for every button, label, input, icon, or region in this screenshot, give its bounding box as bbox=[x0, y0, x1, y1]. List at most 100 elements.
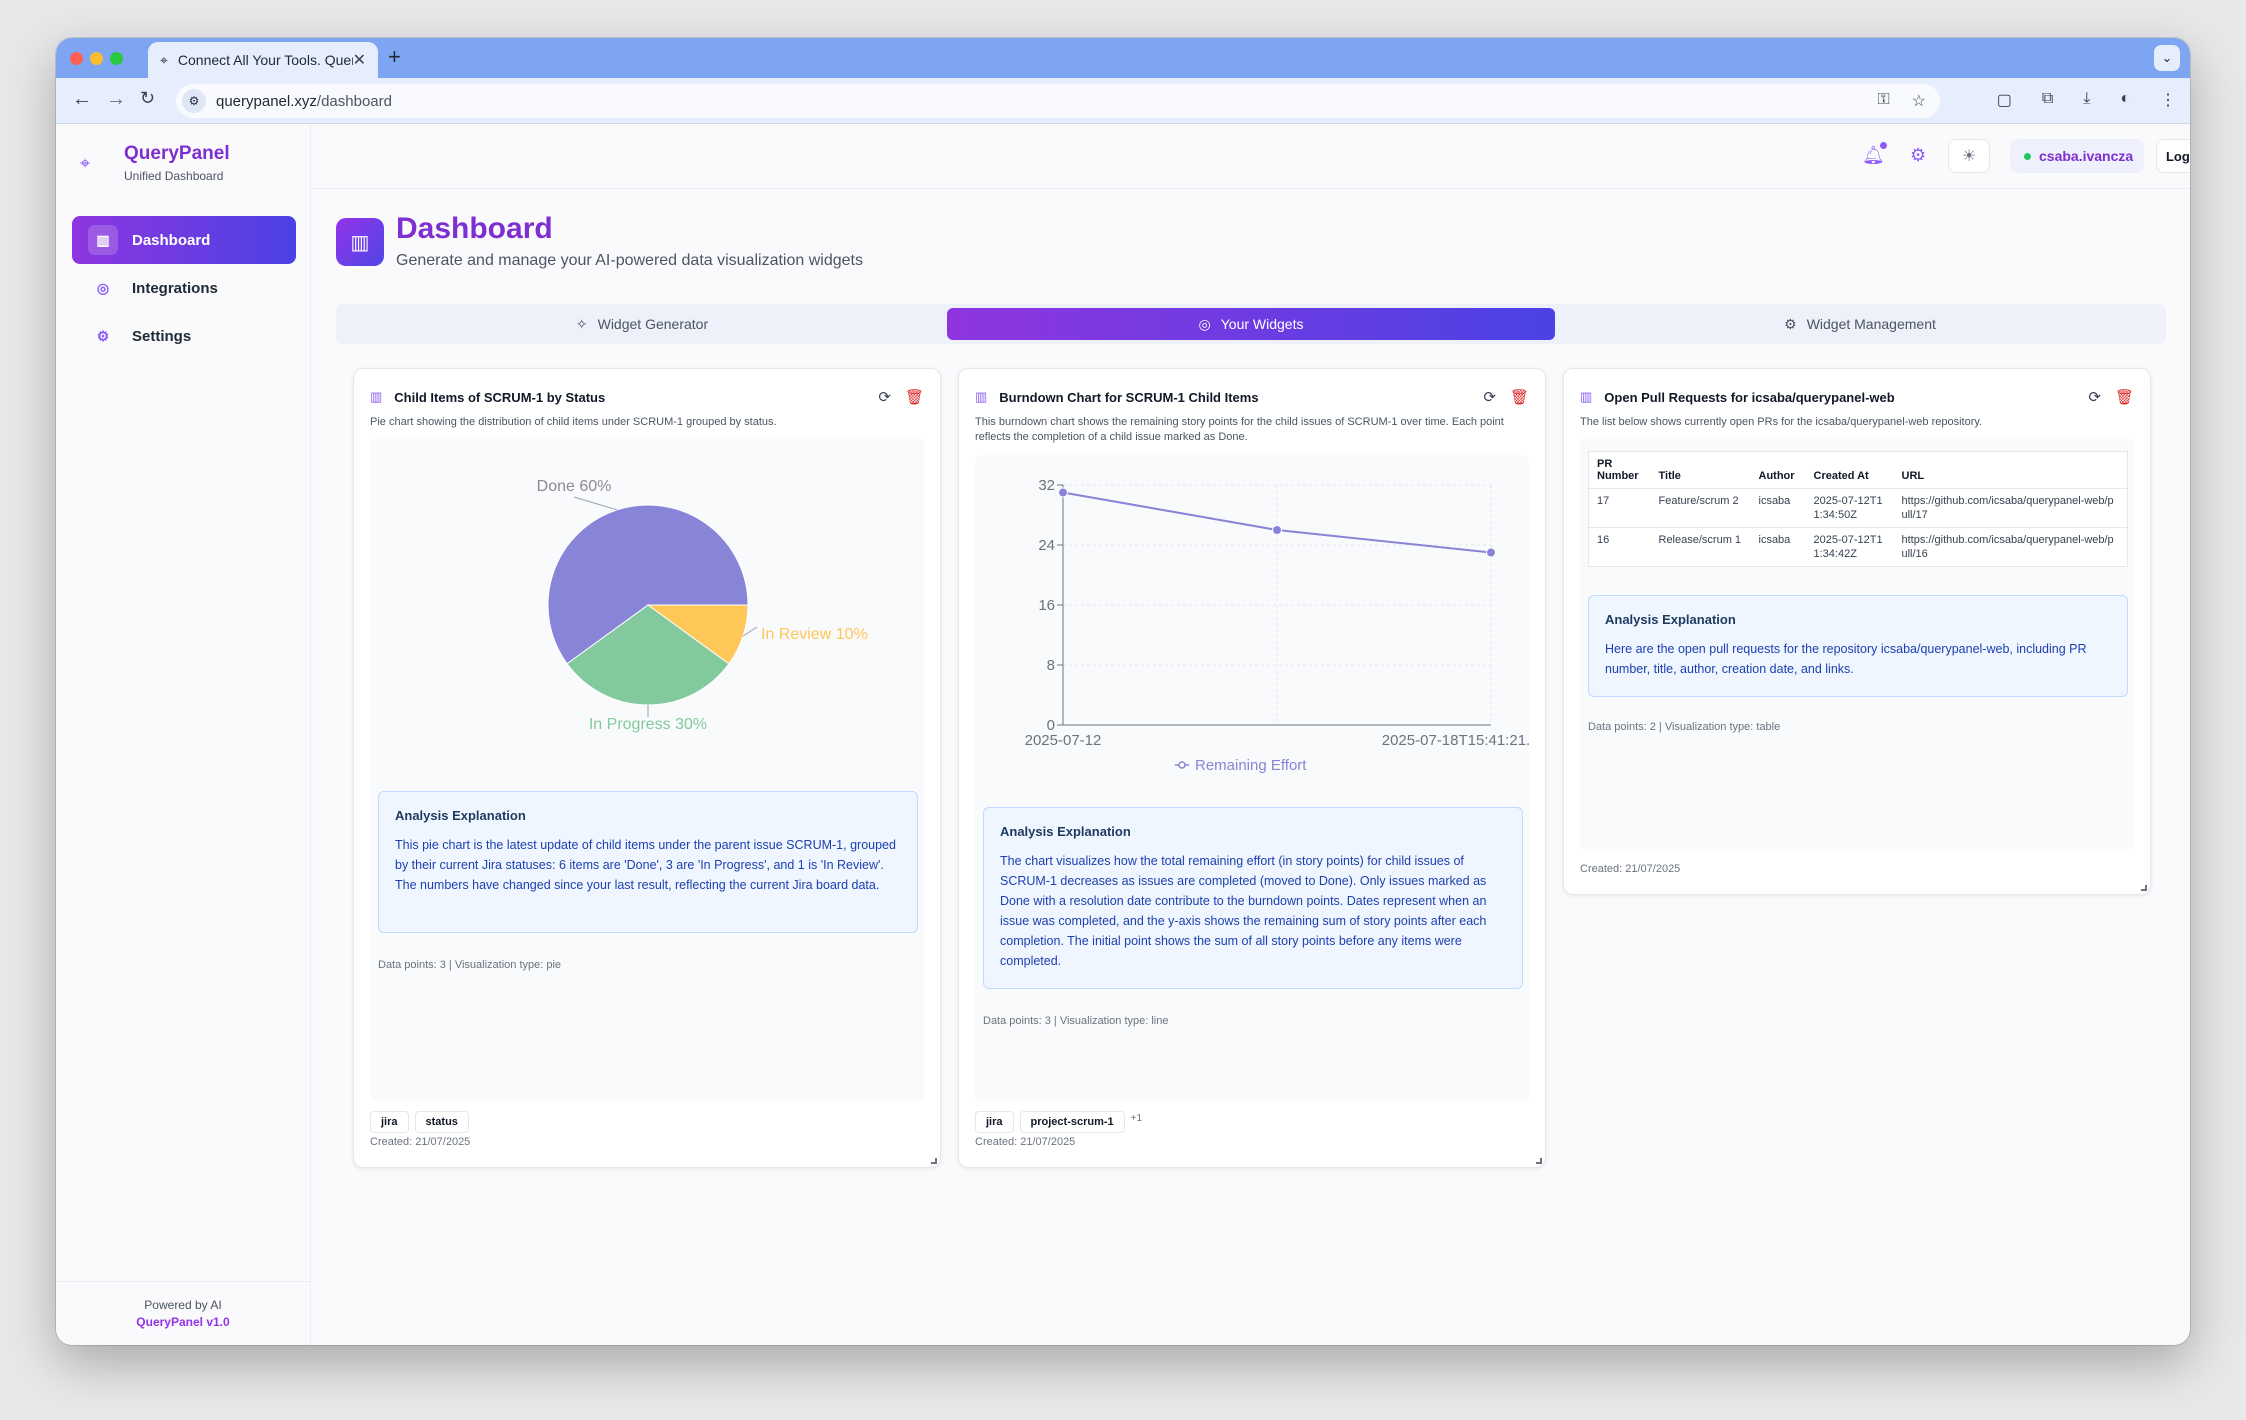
brand-logo-icon: ⌖ bbox=[80, 153, 91, 173]
more-tags-count[interactable]: +1 bbox=[1131, 1113, 1142, 1124]
refresh-icon[interactable]: ⟳ bbox=[1483, 388, 1496, 406]
tag: jira bbox=[975, 1111, 1014, 1133]
site-info-icon[interactable]: ⚙ bbox=[182, 89, 206, 113]
widget-title: Child Items of SCRUM-1 by Status bbox=[394, 389, 606, 405]
logout-button[interactable]: Logout bbox=[2156, 139, 2190, 173]
tab-label: Your Widgets bbox=[1220, 316, 1304, 332]
zoom-window-button[interactable] bbox=[110, 52, 123, 65]
password-key-icon[interactable]: ⚿ bbox=[1877, 91, 1889, 111]
pr-url-link[interactable]: https://github.com/icsaba/querypanel-web… bbox=[1893, 527, 2128, 567]
sidebar-item-dashboard[interactable]: ▥ Dashboard bbox=[72, 216, 296, 264]
y-tick-label: 32 bbox=[1038, 477, 1055, 494]
widget-title: Burndown Chart for SCRUM-1 Child Items bbox=[999, 389, 1259, 405]
address-bar[interactable]: ⚙ querypanel.xyz/dashboard ⚿ ☆ bbox=[176, 84, 1940, 118]
forward-arrow-icon[interactable]: → bbox=[106, 88, 126, 111]
app-header: 🔔︎ ⚙ ☀ csaba.ivancza Logout bbox=[312, 125, 2190, 189]
theme-toggle-button[interactable]: ☀ bbox=[1948, 139, 1990, 173]
browser-tab-strip: ⌖ Connect All Your Tools. Query ✕ + ⌄ bbox=[56, 38, 2190, 78]
delete-trash-icon[interactable]: 🗑︎ bbox=[2115, 388, 2134, 406]
tab-label: Widget Generator bbox=[597, 316, 709, 332]
settings-gear-icon[interactable]: ⚙ bbox=[1910, 145, 1926, 166]
column-header: PR Number bbox=[1588, 451, 1651, 489]
widget-visualization: Done 60% In Progress 30% In Review 10% Ana… bbox=[370, 439, 924, 1101]
resize-handle[interactable] bbox=[2141, 885, 2147, 891]
pie-slice-label: Done 60% bbox=[537, 478, 612, 495]
tab-close-icon[interactable]: ✕ bbox=[353, 50, 366, 70]
extension-icon[interactable]: ▢ bbox=[1997, 90, 2012, 110]
analysis-panel: Analysis Explanation The chart visualize… bbox=[983, 807, 1523, 989]
widget-visualization: 081624322025-07-122025-07-18T15:41:21.11… bbox=[975, 455, 1531, 1101]
powered-by-text: Powered by AI bbox=[144, 1298, 222, 1312]
table-cell: 2025-07-12T11:34:42Z bbox=[1805, 527, 1894, 567]
tab-widget-generator[interactable]: ✧ Widget Generator bbox=[340, 308, 944, 340]
widget-description: Pie chart showing the distribution of ch… bbox=[370, 416, 777, 428]
y-tick-label: 8 bbox=[1047, 657, 1055, 674]
browser-window: ⌖ Connect All Your Tools. Query ✕ + ⌄ ← … bbox=[56, 38, 2190, 1345]
back-arrow-icon[interactable]: ← bbox=[72, 88, 92, 111]
pie-chart: Done 60% In Progress 30% In Review 10% bbox=[537, 478, 868, 733]
online-status-dot bbox=[2024, 152, 2031, 160]
table-cell: 2025-07-12T11:34:50Z bbox=[1805, 488, 1894, 528]
table-cell: 16 bbox=[1588, 527, 1651, 567]
pr-url-link[interactable]: https://github.com/icsaba/querypanel-web… bbox=[1893, 488, 2128, 528]
bookmark-star-icon[interactable]: ☆ bbox=[1912, 91, 1926, 111]
delete-trash-icon[interactable]: 🗑︎ bbox=[1510, 388, 1529, 406]
gear-icon: ⚙ bbox=[96, 327, 110, 344]
widget-description: The list below shows currently open PRs … bbox=[1580, 416, 1983, 428]
widget-card-pie: ▥ Child Items of SCRUM-1 by Status ⟳ 🗑︎ … bbox=[353, 368, 941, 1168]
resize-handle[interactable] bbox=[931, 1158, 937, 1164]
analysis-text: The chart visualizes how the total remai… bbox=[1000, 854, 1487, 968]
analysis-panel: Analysis Explanation This pie chart is t… bbox=[378, 791, 918, 933]
reload-icon[interactable]: ↻ bbox=[140, 88, 155, 109]
new-tab-button[interactable]: + bbox=[388, 44, 401, 70]
minimize-window-button[interactable] bbox=[90, 52, 103, 65]
widget-card-line: ▥ Burndown Chart for SCRUM-1 Child Items… bbox=[958, 368, 1546, 1168]
refresh-icon[interactable]: ⟳ bbox=[2088, 388, 2101, 406]
page-bar-chart-icon: ▥ bbox=[336, 218, 384, 266]
legend-label: Remaining Effort bbox=[1195, 757, 1307, 774]
analysis-title: Analysis Explanation bbox=[1000, 824, 1131, 839]
table-cell: 17 bbox=[1588, 488, 1651, 528]
table-row: 16 Release/scrum 1 icsaba 2025-07-12T11:… bbox=[1588, 527, 2128, 567]
data-points-meta: Data points: 2 | Visualization type: tab… bbox=[1588, 721, 1781, 733]
sidebar-item-settings[interactable]: ⚙ Settings bbox=[72, 312, 296, 360]
created-date: Created: 21/07/2025 bbox=[975, 1136, 1076, 1148]
user-chip[interactable]: csaba.ivancza bbox=[2010, 139, 2144, 173]
resize-handle[interactable] bbox=[1536, 1158, 1542, 1164]
analysis-text: This pie chart is the latest update of c… bbox=[395, 838, 896, 892]
widget-description: This burndown chart shows the remaining … bbox=[975, 416, 1504, 443]
analysis-text: Here are the open pull requests for the … bbox=[1605, 642, 2087, 676]
analysis-title: Analysis Explanation bbox=[1605, 612, 1736, 627]
extension-puzzle-icon[interactable]: ⧉ bbox=[2042, 90, 2053, 110]
pie-slice-label: In Review 10% bbox=[761, 626, 868, 643]
created-date: Created: 21/07/2025 bbox=[1580, 863, 1681, 875]
tab-your-widgets[interactable]: ◎ Your Widgets bbox=[947, 308, 1555, 340]
browser-tab[interactable]: ⌖ Connect All Your Tools. Query ✕ bbox=[148, 42, 378, 78]
download-icon[interactable]: ⤓ bbox=[2083, 90, 2090, 110]
tab-widget-management[interactable]: ⚙ Widget Management bbox=[1558, 308, 2162, 340]
bar-chart-icon: ▥ bbox=[975, 389, 988, 404]
data-point bbox=[1486, 547, 1496, 558]
brand-name: QueryPanel bbox=[124, 143, 230, 164]
data-point bbox=[1058, 487, 1068, 498]
sidebar-item-integrations[interactable]: ◎ Integrations bbox=[72, 264, 296, 312]
data-points-meta: Data points: 3 | Visualization type: pie bbox=[378, 959, 562, 971]
sun-icon: ☀ bbox=[1961, 148, 1977, 165]
data-point bbox=[1272, 525, 1282, 535]
delete-trash-icon[interactable]: 🗑︎ bbox=[905, 388, 924, 406]
column-header: Author bbox=[1750, 451, 1806, 489]
gear-icon: ⚙ bbox=[1784, 315, 1797, 332]
refresh-icon[interactable]: ⟳ bbox=[878, 388, 891, 406]
profile-avatar-icon[interactable]: ◐ bbox=[2120, 90, 2130, 110]
url-path: /dashboard bbox=[316, 92, 392, 110]
line-chart: 081624322025-07-122025-07-18T15:41:21.11… bbox=[1025, 477, 1531, 774]
tab-search-chevron-icon[interactable]: ⌄ bbox=[2154, 45, 2180, 71]
table-row: 17 Feature/scrum 2 icsaba 2025-07-12T11:… bbox=[1588, 488, 2128, 528]
column-header: Title bbox=[1650, 451, 1751, 489]
tab-favicon-icon: ⌖ bbox=[160, 51, 168, 68]
tag: jira bbox=[370, 1111, 409, 1133]
browser-menu-icon[interactable]: ⋮ bbox=[2160, 90, 2176, 110]
created-date: Created: 21/07/2025 bbox=[370, 1136, 471, 1148]
sidebar-item-label: Settings bbox=[132, 327, 192, 345]
close-window-button[interactable] bbox=[70, 52, 83, 65]
